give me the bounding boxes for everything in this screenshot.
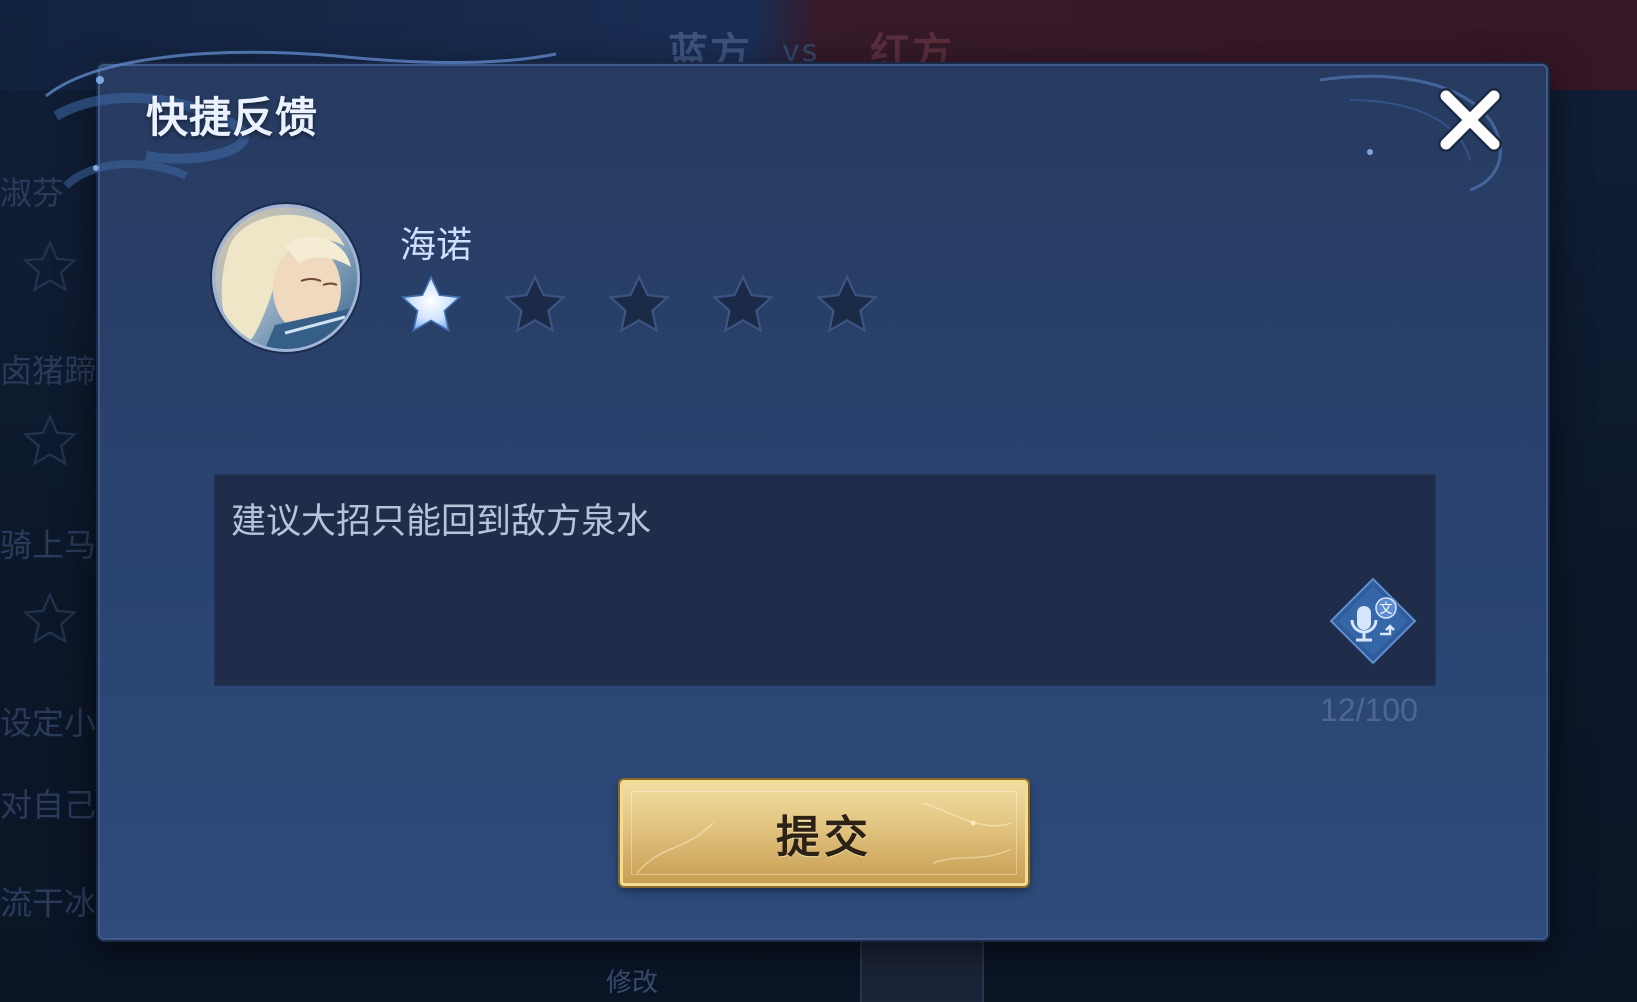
star-icon-empty[interactable] <box>814 272 880 338</box>
dialog-title: 快捷反馈 <box>146 93 319 142</box>
star-rating <box>398 272 880 342</box>
star-icon-empty[interactable] <box>502 272 568 338</box>
background-star-icon <box>22 591 78 644</box>
star-icon-filled[interactable] <box>398 272 464 338</box>
background-list-item: 骑上马 <box>0 526 97 564</box>
game-screen: 蓝方 vs 红方 淑芬 卤猪蹄 骑上马 设定小 对自己 流干冰 修改 快捷反馈 <box>0 0 1637 1002</box>
character-count: 12/100 <box>1320 692 1418 728</box>
mic-translate-icon[interactable]: 文 <box>1328 576 1418 666</box>
feedback-textarea[interactable]: 建议大招只能回到敌方泉水 <box>214 474 1436 686</box>
background-list-item: 卤猪蹄 <box>0 352 97 390</box>
hero-name: 海诺 <box>400 225 473 266</box>
feedback-text: 建议大招只能回到敌方泉水 <box>231 502 652 542</box>
submit-button-label: 提交 <box>776 812 872 863</box>
background-list-item: 流干冰 <box>0 884 97 922</box>
star-icon-empty[interactable] <box>710 272 776 338</box>
background-edit-label: 修改 <box>606 968 659 998</box>
background-star-icon <box>22 413 78 466</box>
hero-avatar <box>212 204 360 352</box>
star-icon-empty[interactable] <box>606 272 672 338</box>
svg-text:文: 文 <box>1379 602 1392 617</box>
background-list-item: 设定小 <box>0 704 97 742</box>
background-list-item: 对自己 <box>0 786 97 824</box>
close-icon[interactable] <box>1434 84 1506 156</box>
submit-button[interactable]: 提交 <box>620 780 1028 886</box>
background-list-item: 淑芬 <box>0 174 65 212</box>
background-hero-portrait <box>860 938 984 1002</box>
background-star-icon <box>22 239 78 292</box>
